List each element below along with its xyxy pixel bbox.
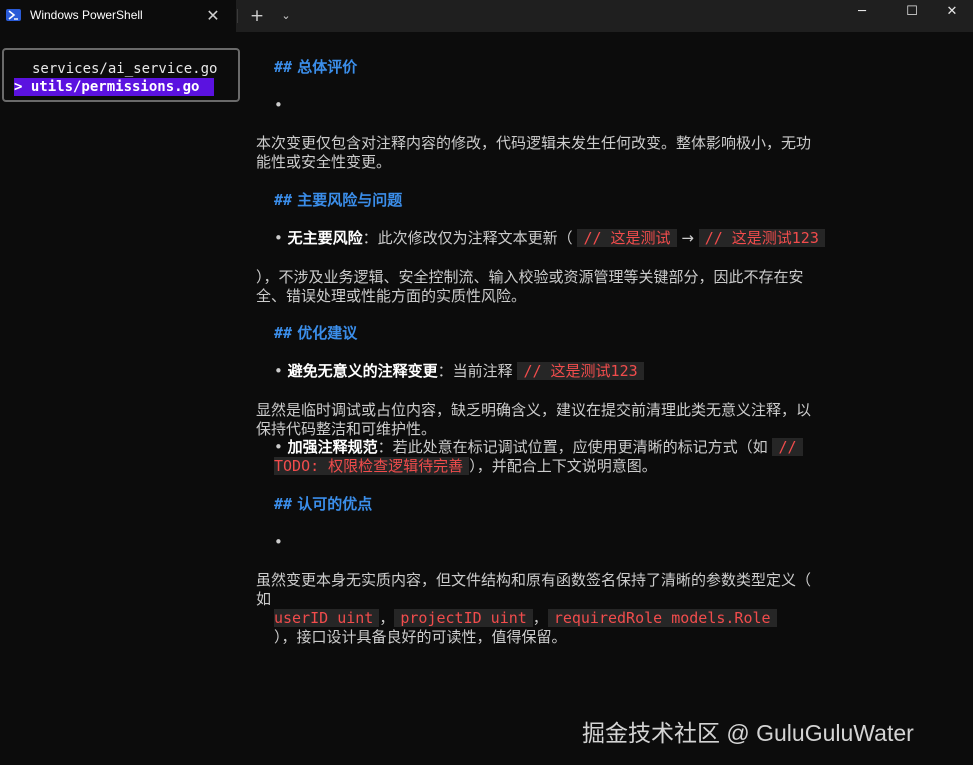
suggestion-text: ：若此处意在标记调试位置，应使用更清晰的标记方式（如 [377, 438, 768, 456]
bullet: • [274, 96, 283, 114]
heading-title: 优化建议 [297, 324, 358, 342]
paragraph: 本次变更仅包含对注释内容的修改，代码逻辑未发生任何改变。整体影响极小，无功 [256, 134, 812, 152]
inline-code: // 这是测试123 [517, 362, 644, 380]
title-bar: Windows PowerShell ✕ + ⌄ ─ ☐ ✕ [0, 0, 973, 32]
minimize-button[interactable]: ─ [840, 0, 884, 26]
heading-hash: ## [274, 191, 293, 209]
close-tab-icon[interactable]: ✕ [203, 6, 223, 26]
inline-code: TODO: 权限检查逻辑待完善 [274, 457, 470, 475]
list-item-continuation: TODO: 权限检查逻辑待完善 ），并配合上下文说明意图。 [274, 457, 657, 476]
bullet: • [274, 229, 283, 247]
heading-hash: ## [274, 495, 293, 513]
picker-item-selected[interactable]: > utils/permissions.go [14, 78, 214, 96]
paragraph: 能性或安全性变更。 [256, 153, 392, 171]
list-item-risk: • 无主要风险：此次修改仅为注释文本更新（ // 这是测试 → // 这是测试1… [274, 229, 825, 248]
new-tab-button[interactable]: + [248, 6, 266, 26]
suggestion-tail: ），并配合上下文说明意图。 [469, 457, 657, 475]
heading-overall: ## 总体评价 [274, 58, 357, 77]
inline-code: userID uint [274, 609, 380, 627]
divider [237, 9, 238, 23]
heading-hash: ## [274, 324, 293, 342]
inline-code: // 这是测试 [577, 229, 677, 247]
tab-powershell[interactable]: Windows PowerShell ✕ [0, 0, 236, 32]
maximize-button[interactable]: ☐ [890, 0, 934, 26]
powershell-icon [6, 9, 21, 21]
inline-code: // 这是测试123 [698, 229, 825, 247]
suggestion-text: ：当前注释 [437, 362, 513, 380]
inline-code: requiredRole models.Role [547, 609, 777, 627]
heading-risks: ## 主要风险与问题 [274, 191, 402, 210]
heading-suggestions: ## 优化建议 [274, 324, 357, 343]
suggestion-label: 避免无意义的注释变更 [287, 362, 438, 380]
close-window-button[interactable]: ✕ [930, 0, 973, 26]
risk-text: ：此次修改仅为注释文本更新（ [362, 229, 573, 247]
heading-hash: ## [274, 58, 293, 76]
inline-code: // [772, 438, 803, 456]
heading-title: 认可的优点 [297, 495, 373, 513]
file-picker[interactable]: services/ai_service.go > utils/permissio… [2, 48, 240, 102]
heading-title: 总体评价 [297, 58, 358, 76]
paragraph: ），接口设计具备良好的可读性，值得保留。 [274, 628, 567, 646]
list-item-suggestion: • 加强注释规范：若此处意在标记调试位置，应使用更清晰的标记方式（如 // [274, 438, 803, 457]
bullet: • [274, 362, 283, 380]
risk-label: 无主要风险 [287, 229, 363, 247]
code-list: userID uint， projectID uint， requiredRole … [274, 609, 777, 628]
paragraph: 保持代码整洁和可维护性。 [256, 420, 437, 438]
paragraph: 全、错误处理或性能方面的实质性风险。 [256, 287, 527, 305]
bullet: • [274, 533, 283, 551]
suggestion-label: 加强注释规范 [287, 438, 378, 456]
paragraph: 如 [256, 590, 272, 608]
arrow: → [681, 229, 694, 247]
heading-title: 主要风险与问题 [297, 191, 403, 209]
chevron-down-icon[interactable]: ⌄ [278, 6, 294, 26]
bullet: • [274, 438, 283, 456]
paragraph: 虽然变更本身无实质内容，但文件结构和原有函数签名保持了清晰的参数类型定义（ [256, 571, 812, 589]
separator: ， [532, 609, 548, 627]
paragraph: ），不涉及业务逻辑、安全控制流、输入校验或资源管理等关键部分，因此不存在安 [256, 268, 804, 286]
watermark: 掘金技术社区 @ GuluGuluWater [582, 720, 914, 746]
inline-code: projectID uint [394, 609, 533, 627]
list-item-suggestion: • 避免无意义的注释变更：当前注释 // 这是测试123 [274, 362, 644, 381]
tab-title: Windows PowerShell [30, 8, 143, 22]
heading-strengths: ## 认可的优点 [274, 495, 372, 514]
picker-item[interactable]: services/ai_service.go [32, 60, 217, 78]
separator: ， [379, 609, 395, 627]
paragraph: 显然是临时调试或占位内容，缺乏明确含义，建议在提交前清理此类无意义注释，以 [256, 401, 812, 419]
